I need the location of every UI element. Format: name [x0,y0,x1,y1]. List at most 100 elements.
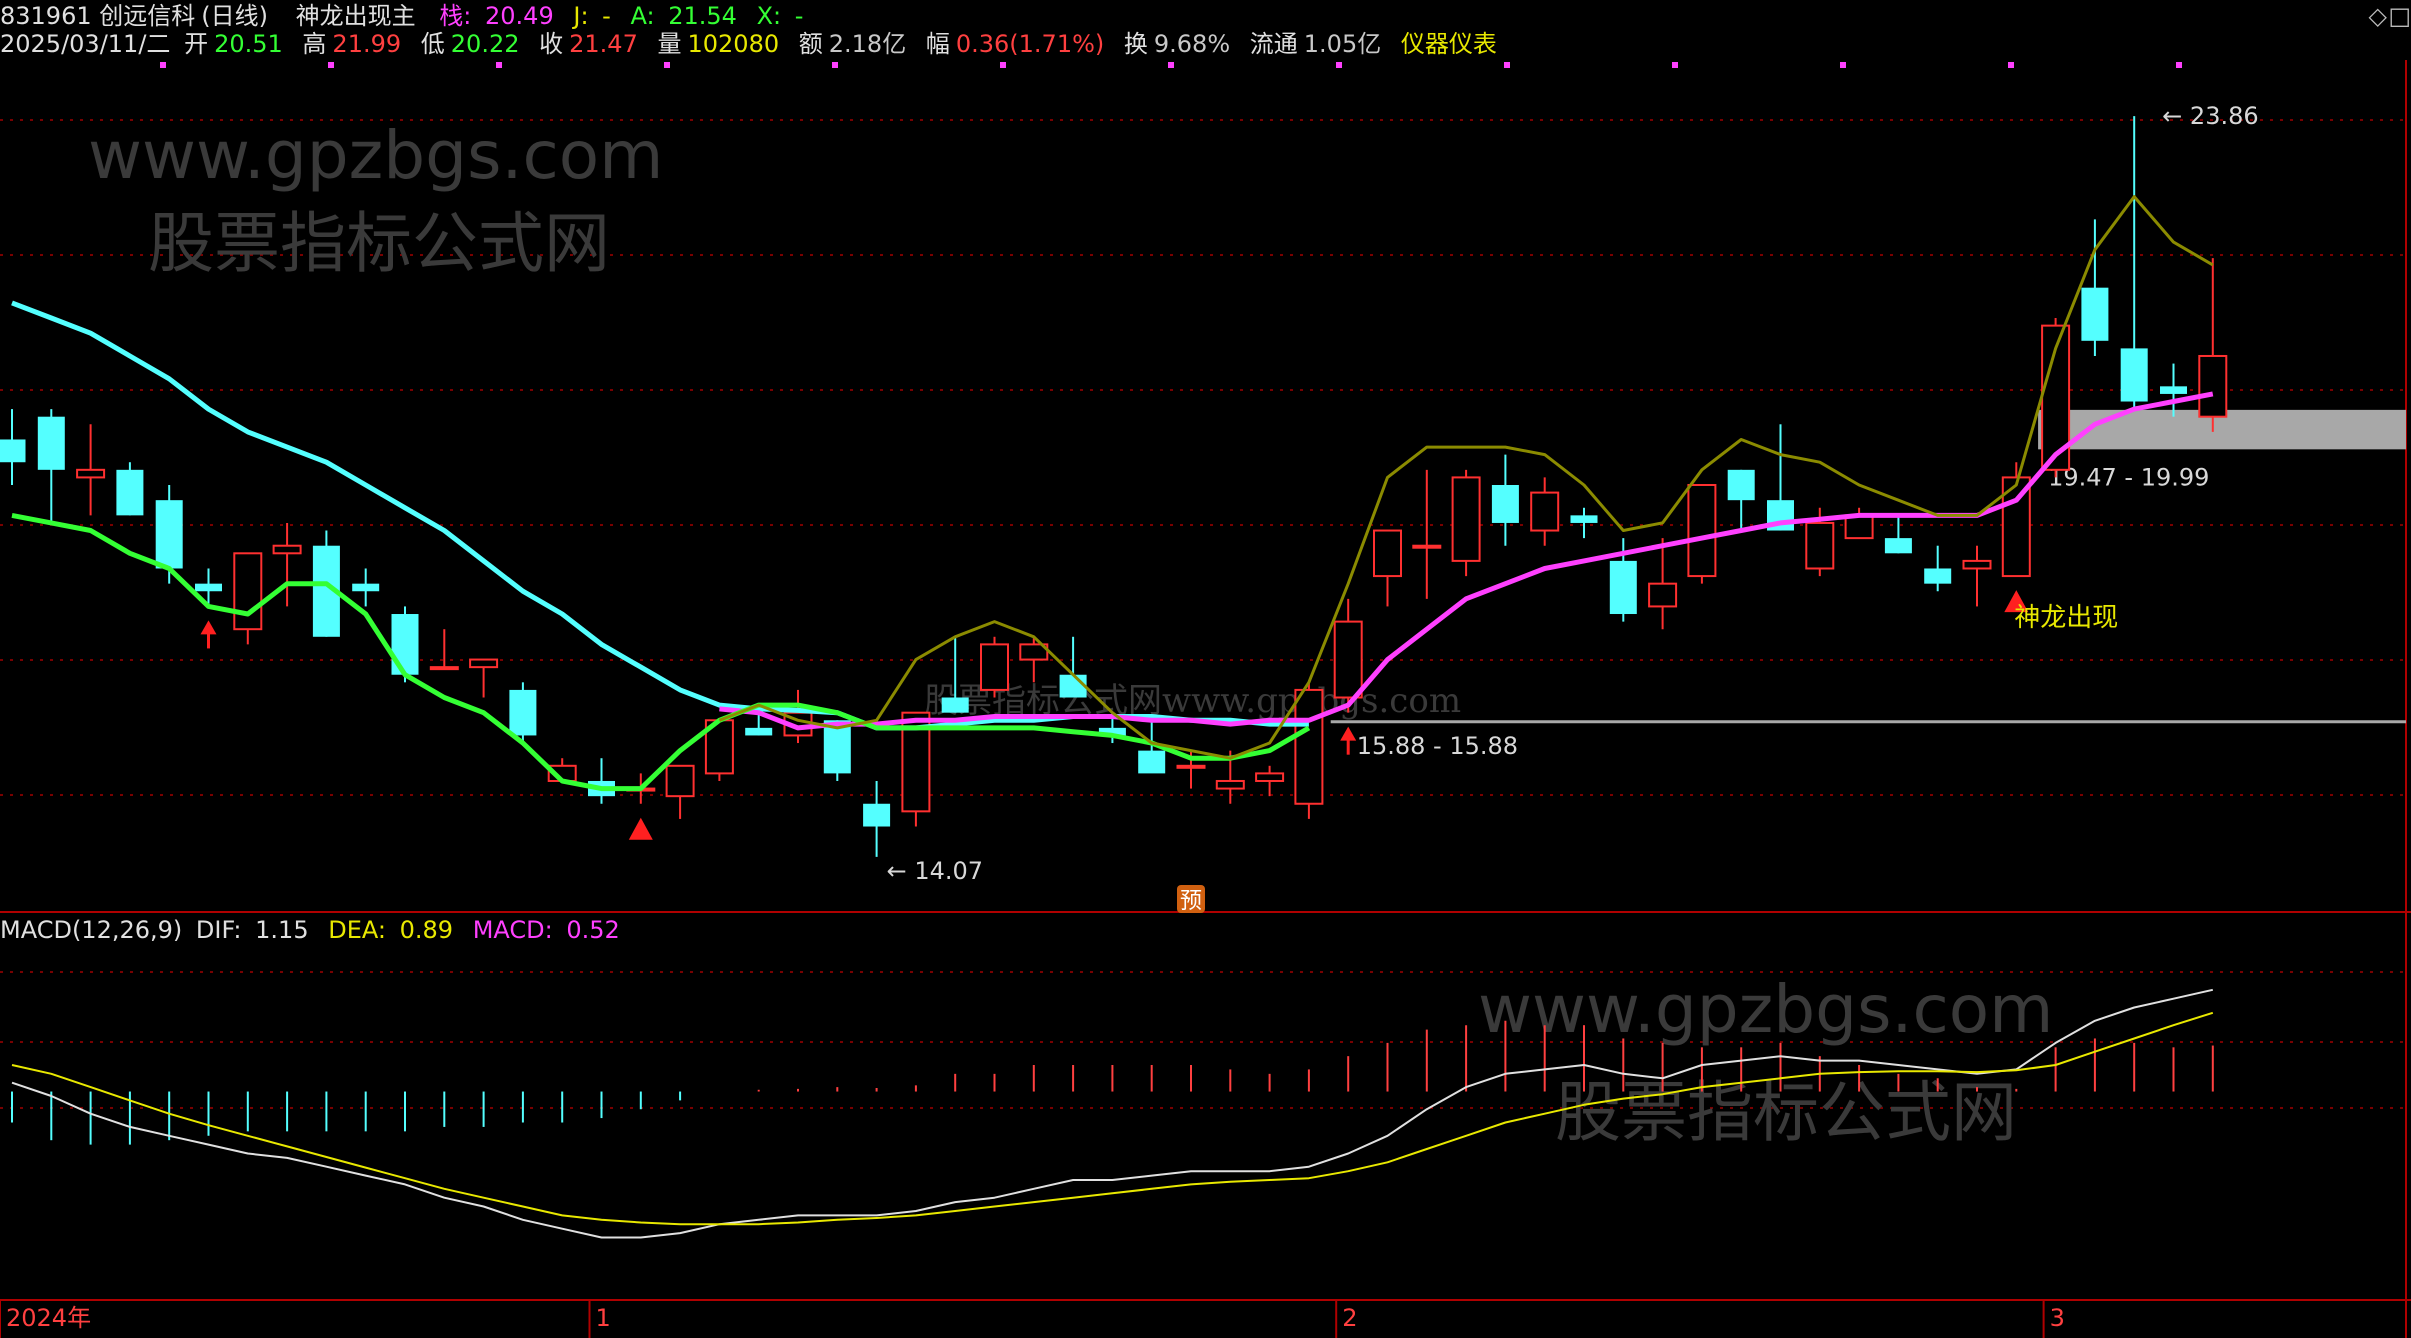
open-value: 20.51 [214,30,283,58]
change-value: 0.36(1.71%) [955,30,1105,58]
date-tick-label: 2024年 [6,1304,91,1332]
candle-body [2198,354,2228,418]
top-marker [2176,62,2182,68]
kline-chart: www.gpzbgs.com股票指标公式网www.gpzbgs.com股票指标公… [0,60,2411,1338]
candle-body [2081,287,2109,341]
candle-body [509,689,537,736]
candle-body [2120,348,2148,402]
stock-code-name: 831961 创远信科 [0,2,196,30]
candle-body [941,697,969,713]
low-label: 低 [420,30,445,58]
amount-value: 2.18亿 [828,30,907,58]
candle-body [1530,491,1560,532]
dif-label: DIF: [195,916,242,944]
candle-body [1884,538,1912,554]
zhan-label: 栈: [439,2,472,30]
amount-label: 额 [798,30,823,58]
candle-body [1215,779,1245,790]
macd-value: 0.52 [566,916,620,944]
candle-body [1609,560,1637,615]
candle-body [469,658,499,669]
date-tick-label: 2 [1342,1304,1357,1332]
candle-body [665,764,695,798]
low-value: 20.22 [450,30,520,58]
zone-label: 15.88 - 15.88 [1357,732,1518,760]
top-marker [328,62,334,68]
macd-name[interactable]: MACD(12,26,9) [0,916,182,944]
candle-body [1412,544,1442,549]
j-label: J: [573,2,589,30]
turnover-value: 9.68% [1153,30,1231,58]
top-marker [1000,62,1006,68]
candle-body [1805,521,1835,570]
top-marker [1840,62,1846,68]
candle-body [195,583,222,592]
candle-body [1491,485,1519,523]
candle-body [1687,484,1717,578]
volume-value: 102080 [687,30,780,58]
industry-link[interactable]: 仪器仪表 [1401,30,1497,58]
high-price-label: ← 23.86 [2162,102,2258,130]
j-value: - [602,2,611,30]
candle-body [1924,568,1952,584]
period-label[interactable]: (日线) [201,2,268,30]
candle-body [1255,772,1285,782]
dif-value: 1.15 [255,916,309,944]
candle-body [1333,620,1363,699]
macd-header: MACD(12,26,9) DIF: 1.15 DEA: 0.89 MACD: … [0,914,632,946]
candle-body [1373,529,1402,578]
open-label: 开 [184,30,209,58]
date-tick-label: 3 [2050,1304,2065,1332]
candle-body [863,803,891,827]
candle-body [1138,750,1166,774]
window-icon[interactable]: □ [2388,2,2411,30]
a-label: A: [630,2,655,30]
candle-body [1727,469,1755,501]
candle-body [1451,476,1481,562]
diamond-icon[interactable]: ◇ [2369,2,2387,30]
candle-body [980,643,1009,691]
zone-label: 19.47 - 19.99 [2048,463,2209,491]
candle-body [745,727,773,736]
high-value: 21.99 [332,30,402,58]
trend-line-green [11,512,1311,792]
top-marker [1336,62,1342,68]
close-label: 收 [539,30,564,58]
close-value: 21.47 [569,30,638,58]
top-marker [2008,62,2014,68]
float-value: 1.05亿 [1303,30,1382,58]
signal-triangle-icon [628,817,653,840]
top-marker [160,62,166,68]
candle-body [391,614,419,675]
top-marker [664,62,670,68]
candle-body [155,500,183,569]
trend-line-cyan [11,300,1309,731]
candle-body [1648,582,1678,608]
chart-stage: www.gpzbgs.com 股票指标公式网 www.gpzbgs.com 股票指标公… [0,0,2411,1338]
buy-arrow-head-icon [1340,726,1357,741]
candle-body [76,468,106,479]
turnover-label: 换 [1123,30,1148,58]
top-marker [1504,62,1510,68]
candle-body [37,416,65,470]
candle-body [116,469,144,516]
candle-body [1176,764,1206,769]
x-label: X: [756,2,782,30]
formula-name[interactable]: 神龙出现主 [296,2,416,30]
top-marker [832,62,838,68]
macd-label: MACD: [472,916,553,944]
watermark-url: www.gpzbgs.com [1478,971,2053,1048]
candle-body [1962,559,1992,570]
candle-body [2160,386,2187,394]
forecast-badge-text: 预 [1180,889,1202,914]
low-price-label: ← 14.07 [887,857,983,885]
candle-body [352,583,380,592]
signal-label: 神龙出现 [2014,603,2118,633]
x-value: - [794,2,804,30]
top-marker [1672,62,1678,68]
watermark-cn: 股票指标公式网 [148,205,610,282]
quote-row: 2025/03/11/二 开 20.51 高 21.99 低 20.22 收 21.47… [0,28,1503,60]
volume-label: 量 [657,30,682,58]
candle-body [272,544,302,555]
candle-body [1294,688,1324,805]
